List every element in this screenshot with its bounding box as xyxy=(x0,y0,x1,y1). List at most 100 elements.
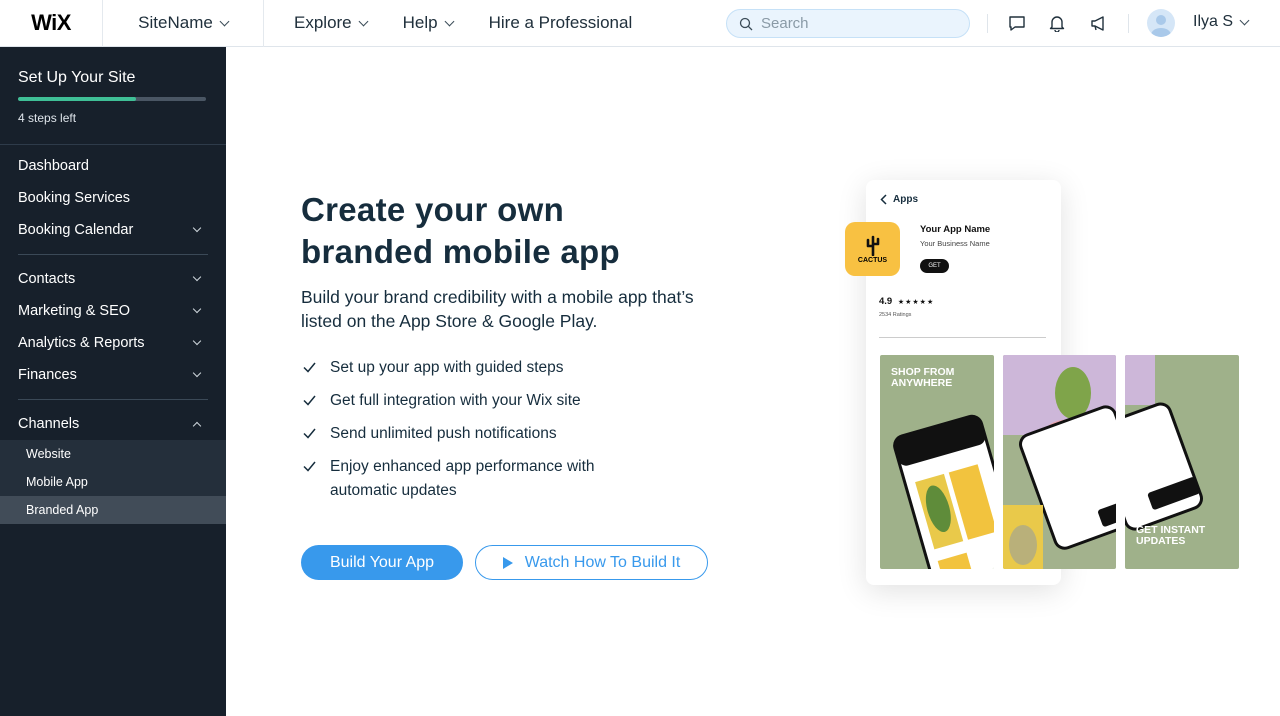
nav-explore-label: Explore xyxy=(294,13,352,32)
sidebar-item-channels[interactable]: Channels xyxy=(0,408,226,440)
megaphone-icon[interactable] xyxy=(1088,12,1110,34)
star-rating: ★★★★★ xyxy=(897,299,935,306)
setup-title: Set Up Your Site xyxy=(18,69,136,86)
list-item: Get full integration with your Wix site xyxy=(301,389,661,413)
check-icon xyxy=(303,362,316,373)
site-name-dropdown[interactable]: SiteName xyxy=(103,0,264,47)
chevron-down-icon xyxy=(219,16,230,26)
page-title-line2: branded mobile app xyxy=(301,233,620,270)
sidebar-item-dashboard[interactable]: Dashboard xyxy=(0,150,226,182)
sidebar-subitem-label: Mobile App xyxy=(26,475,88,489)
cactus-icon xyxy=(866,235,879,256)
app-name: Your App Name xyxy=(920,224,991,235)
watch-how-button[interactable]: Watch How To Build It xyxy=(475,545,708,580)
sidebar-item-analytics-reports[interactable]: Analytics & Reports xyxy=(0,327,226,359)
chevron-down-icon xyxy=(444,16,455,26)
play-icon xyxy=(502,556,513,569)
list-item: Set up your app with guided steps xyxy=(301,356,661,380)
nav-help-label: Help xyxy=(402,13,438,32)
sidebar-subitem-website[interactable]: Website xyxy=(0,440,226,468)
nav-hire-label: Hire a Professional xyxy=(488,13,633,32)
page-title: Create your own branded mobile app xyxy=(301,189,620,273)
app-icon-label: CACTUS xyxy=(857,257,888,264)
phone-divider xyxy=(879,337,1046,338)
chevron-down-icon xyxy=(1239,15,1250,25)
rating-value: 4.9 xyxy=(879,296,893,307)
get-button: GET xyxy=(920,259,949,273)
sidebar-item-contacts[interactable]: Contacts xyxy=(0,263,226,295)
sidebar-item-finances[interactable]: Finances xyxy=(0,359,226,391)
avatar[interactable] xyxy=(1147,9,1175,37)
list-item: Enjoy enhanced app performance with auto… xyxy=(301,455,661,503)
sidebar-item-label: Booking Services xyxy=(18,190,131,206)
screenshot-panel-3: GET INSTANT UPDATES xyxy=(1125,355,1239,569)
sidebar-item-label: Marketing & SEO xyxy=(18,303,131,319)
search-icon xyxy=(739,17,753,30)
site-name-label: SiteName xyxy=(138,13,213,32)
sidebar-item-booking-services[interactable]: Booking Services xyxy=(0,182,226,214)
search-box xyxy=(726,9,970,38)
nav-hire-professional[interactable]: Hire a Professional xyxy=(489,13,633,33)
sidebar-item-label: Dashboard xyxy=(18,158,89,174)
sidebar-item-label: Contacts xyxy=(18,271,76,287)
steps-left: 4 steps left xyxy=(18,111,77,125)
search-input[interactable] xyxy=(761,15,951,32)
page-subtitle: Build your brand credibility with a mobi… xyxy=(301,287,694,331)
top-nav: Explore Help Hire a Professional xyxy=(294,0,632,47)
list-item: Send unlimited push notifications xyxy=(301,422,661,446)
check-icon xyxy=(303,461,316,472)
user-menu[interactable]: Ilya S xyxy=(1193,13,1250,31)
phone-back-nav: Apps xyxy=(880,194,918,205)
watch-how-label: Watch How To Build It xyxy=(524,553,681,571)
feature-text: Enjoy enhanced app performance with auto… xyxy=(330,458,595,499)
check-icon xyxy=(303,395,316,406)
setup-progress-bar xyxy=(18,97,206,101)
chevron-down-icon xyxy=(192,272,202,282)
mini-phone-image xyxy=(1003,355,1116,569)
business-name: Your Business Name xyxy=(920,239,990,248)
setup-progress-fill xyxy=(18,97,137,101)
feature-text: Set up your app with guided steps xyxy=(330,359,564,376)
nav-explore[interactable]: Explore xyxy=(294,13,369,33)
chevron-down-icon xyxy=(192,368,202,378)
setup-section[interactable]: Set Up Your Site 4 steps left xyxy=(0,47,226,145)
chevron-down-icon xyxy=(192,336,202,346)
chevron-up-icon xyxy=(192,421,202,430)
sidebar: Set Up Your Site 4 steps left Dashboard … xyxy=(0,47,226,716)
sidebar-divider xyxy=(18,254,208,255)
feature-text: Get full integration with your Wix site xyxy=(330,392,581,409)
chevron-left-icon xyxy=(880,194,887,205)
build-your-app-button[interactable]: Build Your App xyxy=(301,545,463,580)
divider xyxy=(987,14,988,33)
sidebar-item-marketing-seo[interactable]: Marketing & SEO xyxy=(0,295,226,327)
chevron-down-icon xyxy=(192,223,202,233)
sidebar-subitem-branded-app[interactable]: Branded App xyxy=(0,496,226,524)
user-name: Ilya S xyxy=(1193,13,1234,30)
phone-back-label: Apps xyxy=(893,194,918,205)
chevron-down-icon xyxy=(358,16,369,26)
screenshot-panel-1: SHOP FROM ANYWHERE xyxy=(880,355,994,569)
ratings-count: 2534 Ratings xyxy=(879,312,912,318)
chevron-down-icon xyxy=(192,304,202,314)
sidebar-item-label: Booking Calendar xyxy=(18,222,134,238)
bell-icon[interactable] xyxy=(1046,12,1068,34)
feature-list: Set up your app with guided steps Get fu… xyxy=(301,356,661,512)
sidebar-item-label: Channels xyxy=(18,416,80,432)
screenshot-panel-2 xyxy=(1003,355,1116,569)
feature-text: Send unlimited push notifications xyxy=(330,425,557,442)
sidebar-subitem-label: Website xyxy=(26,447,71,461)
sidebar-item-label: Finances xyxy=(18,367,77,383)
panel-caption: GET INSTANT UPDATES xyxy=(1136,524,1206,547)
divider xyxy=(1128,14,1129,33)
sidebar-subitem-mobile-app[interactable]: Mobile App xyxy=(0,468,226,496)
sidebar-item-booking-calendar[interactable]: Booking Calendar xyxy=(0,214,226,246)
app-icon: CACTUS xyxy=(845,222,900,276)
wix-logo[interactable]: WiX xyxy=(0,0,103,47)
nav-help[interactable]: Help xyxy=(402,13,455,33)
chat-icon[interactable] xyxy=(1006,12,1028,34)
sidebar-divider xyxy=(18,399,208,400)
rating: 4.9 ★★★★★ xyxy=(879,296,934,307)
sidebar-menu: Dashboard Booking Services Booking Calen… xyxy=(0,145,226,524)
sidebar-item-label: Analytics & Reports xyxy=(18,335,145,351)
check-icon xyxy=(303,428,316,439)
